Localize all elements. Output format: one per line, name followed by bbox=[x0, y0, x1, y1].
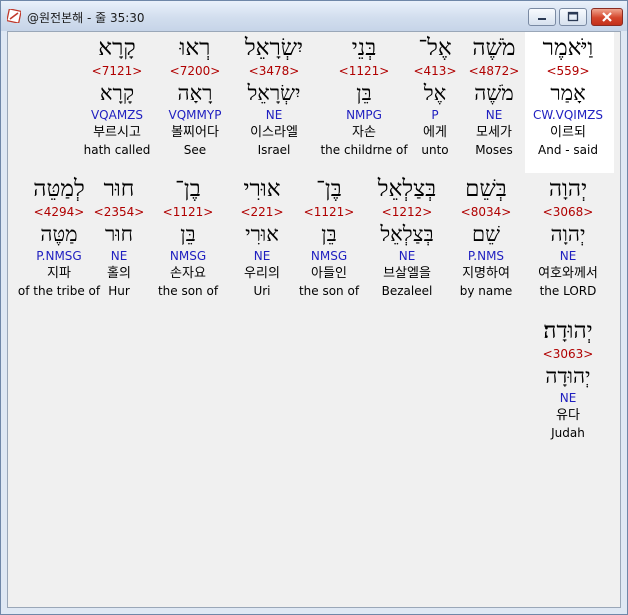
window-title: @원전본해 - 줄 35:30 bbox=[27, 11, 145, 25]
app-window: @원전본해 - 줄 35:30 וַיֹּאמֶר <559> אָמַר CW.VQ… bbox=[0, 0, 628, 615]
hebrew-word: לְמַטֵּה bbox=[33, 176, 85, 202]
parsing-code: NE bbox=[559, 391, 577, 405]
english-gloss: See bbox=[183, 143, 207, 157]
parsing-code: VQMMYP bbox=[168, 108, 222, 122]
parsing-code: NMPG bbox=[346, 108, 382, 122]
hebrew-word: בְּנֵי bbox=[351, 35, 377, 61]
hebrew-lemma: יִשְׂרָאֵל bbox=[247, 81, 301, 105]
english-gloss: Judah bbox=[551, 426, 585, 440]
parsing-code: VQAMZS bbox=[90, 108, 144, 122]
korean-gloss: 지파 bbox=[47, 266, 71, 281]
parsing-code: NE bbox=[398, 249, 416, 263]
word-column[interactable]: בְּצַלְאֵל <1212> בְּצַלְאֵל NE 브살엘을 Bezaleel bbox=[362, 175, 452, 300]
app-icon bbox=[7, 9, 21, 23]
english-gloss: the childrne of bbox=[320, 143, 408, 157]
word-column[interactable]: רְאוּ <7200> רָאָה VQMMYP 볼찌어다 See bbox=[150, 34, 240, 159]
word-column[interactable]: בְּנֵי <1121> בֵּן NMPG 자손 the childrne of bbox=[319, 34, 409, 159]
korean-gloss: 자손 bbox=[352, 125, 376, 140]
hebrew-word: יְהוּדָה׃ bbox=[543, 318, 593, 344]
word-column[interactable]: יִשְׂרָאֵל <3478> יִשְׂרָאֵל NE 이스라엘 Israel bbox=[229, 34, 319, 159]
strong-number: <4294> bbox=[33, 205, 85, 219]
korean-gloss: 이스라엘 bbox=[250, 125, 298, 140]
hebrew-word: קָרָא bbox=[98, 35, 136, 61]
strong-number: <1121> bbox=[338, 64, 390, 78]
parsing-code: NE bbox=[559, 249, 577, 263]
title-bar[interactable]: @원전본해 - 줄 35:30 bbox=[1, 1, 627, 31]
strong-number: <1212> bbox=[381, 205, 433, 219]
english-gloss: by name bbox=[459, 284, 513, 298]
strong-number: <3063> bbox=[542, 347, 594, 361]
strong-number: <7200> bbox=[169, 64, 221, 78]
hebrew-lemma: יְהוָה bbox=[550, 222, 586, 246]
strong-number: <3478> bbox=[248, 64, 300, 78]
hebrew-lemma: קָרָא bbox=[99, 81, 135, 105]
hebrew-lemma: בְּצַלְאֵל bbox=[380, 222, 434, 246]
hebrew-word: בְּצַלְאֵל bbox=[377, 176, 437, 202]
hebrew-lemma: יְהוּדָה bbox=[545, 364, 591, 388]
korean-gloss: 부르시고 bbox=[93, 125, 141, 140]
parsing-code: P.NMSG bbox=[36, 249, 82, 263]
strong-number: <7121> bbox=[91, 64, 143, 78]
english-gloss: hath called bbox=[83, 143, 151, 157]
english-gloss: the LORD bbox=[539, 284, 597, 298]
korean-gloss: 여호와께서 bbox=[538, 266, 598, 281]
maximize-icon bbox=[567, 11, 579, 22]
word-column[interactable]: בְּשֵׁם <8034> שֵׁם P.NMS 지명하여 by name bbox=[441, 175, 531, 300]
hebrew-word: בְּשֵׁם bbox=[465, 176, 507, 202]
interlinear-view[interactable]: וַיֹּאמֶר <559> אָמַר CW.VQIMZS 이르되 And - sai… bbox=[7, 31, 621, 608]
hebrew-word: יְהוָה bbox=[548, 176, 588, 202]
english-gloss: Bezaleel bbox=[381, 284, 433, 298]
word-column[interactable]: לְמַטֵּה <4294> מַטֶּה P.NMSG 지파 of the tribe… bbox=[14, 175, 104, 300]
parsing-code: P.NMS bbox=[467, 249, 505, 263]
close-button[interactable] bbox=[591, 8, 623, 26]
word-column[interactable]: יְהוּדָה׃ <3063> יְהוּדָה NE 유다 Judah bbox=[523, 317, 613, 442]
parsing-code: NE bbox=[265, 108, 283, 122]
english-gloss: Israel bbox=[257, 143, 291, 157]
korean-gloss: 지명하여 bbox=[462, 266, 510, 281]
maximize-button[interactable] bbox=[559, 8, 587, 26]
hebrew-word: יִשְׂרָאֵל bbox=[244, 35, 304, 61]
minimize-icon bbox=[538, 18, 546, 20]
hebrew-lemma: רָאָה bbox=[177, 81, 213, 105]
korean-gloss: 브살엘을 bbox=[383, 266, 431, 281]
korean-gloss: 유다 bbox=[556, 408, 580, 423]
hebrew-lemma: מַטֶּה bbox=[40, 222, 78, 246]
close-icon bbox=[602, 12, 612, 22]
korean-gloss: 볼찌어다 bbox=[171, 125, 219, 140]
strong-number: <8034> bbox=[460, 205, 512, 219]
hebrew-lemma: בֵּן bbox=[356, 81, 372, 105]
english-gloss: of the tribe of bbox=[17, 284, 101, 298]
minimize-button[interactable] bbox=[528, 8, 556, 26]
hebrew-word: רְאוּ bbox=[179, 35, 211, 61]
word-column[interactable]: יְהוָה <3068> יְהוָה NE 여호와께서 the LORD bbox=[523, 175, 613, 300]
hebrew-lemma: שֵׁם bbox=[472, 222, 500, 246]
strong-number: <3068> bbox=[542, 205, 594, 219]
word-column[interactable]: קָרָא <7121> קָרָא VQAMZS 부르시고 hath called bbox=[72, 34, 162, 159]
